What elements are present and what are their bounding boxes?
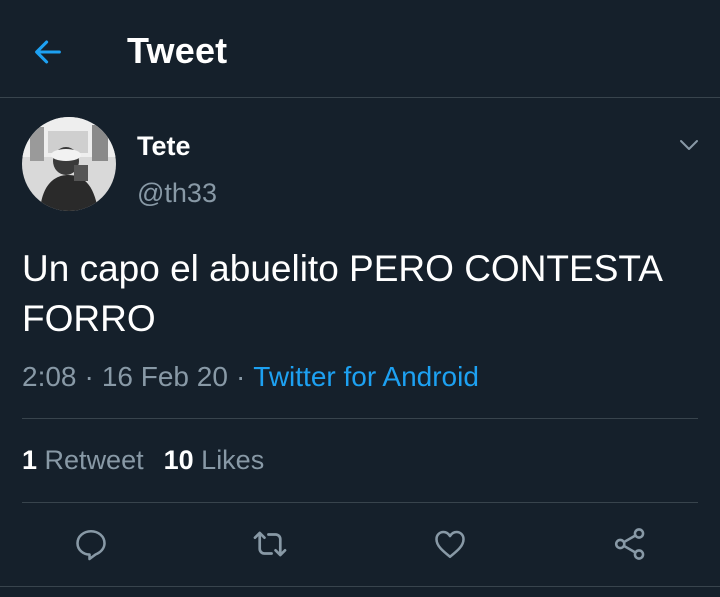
page-title: Tweet: [127, 30, 228, 71]
like-label: Likes: [201, 445, 265, 475]
retweet-count: 1: [22, 445, 38, 475]
like-button[interactable]: [430, 524, 470, 564]
reply-icon: [76, 529, 106, 561]
divider: [0, 586, 720, 587]
divider: [22, 502, 698, 503]
avatar[interactable]: [22, 117, 116, 211]
retweet-label: Retweet: [44, 445, 144, 475]
tweet-time: 2:08: [22, 361, 77, 392]
share-icon: [614, 528, 645, 560]
meta-separator: ·: [235, 361, 246, 392]
tweet-text: Un capo el abuelito PERO CONTESTA FORRO: [22, 248, 661, 339]
author-display-name[interactable]: Tete: [137, 131, 191, 162]
like-icon: [435, 530, 465, 559]
tweet-source-link[interactable]: Twitter for Android: [253, 361, 479, 392]
avatar-photo: [22, 117, 116, 211]
retweet-icon: [253, 531, 287, 557]
tweet-stats: 1 Retweet 10 Likes: [22, 445, 284, 476]
tweet-options-button[interactable]: [674, 130, 704, 160]
tweet-date: 16 Feb 20: [101, 361, 228, 392]
tweet-meta: 2:08 · 16 Feb 20 · Twitter for Android: [22, 361, 479, 393]
share-button[interactable]: [610, 524, 650, 564]
retweet-button[interactable]: [250, 524, 290, 564]
divider: [22, 418, 698, 419]
chevron-down-icon: [680, 140, 698, 150]
author-handle[interactable]: @th33: [137, 178, 217, 209]
meta-separator: ·: [84, 361, 94, 392]
top-app-bar: Tweet: [0, 0, 720, 98]
retweet-count-stat[interactable]: 1 Retweet: [22, 445, 144, 475]
like-count: 10: [163, 445, 194, 475]
arrow-left-icon: [35, 40, 61, 64]
like-count-stat[interactable]: 10 Likes: [164, 445, 265, 475]
back-button[interactable]: [28, 32, 68, 72]
reply-button[interactable]: [71, 524, 111, 564]
